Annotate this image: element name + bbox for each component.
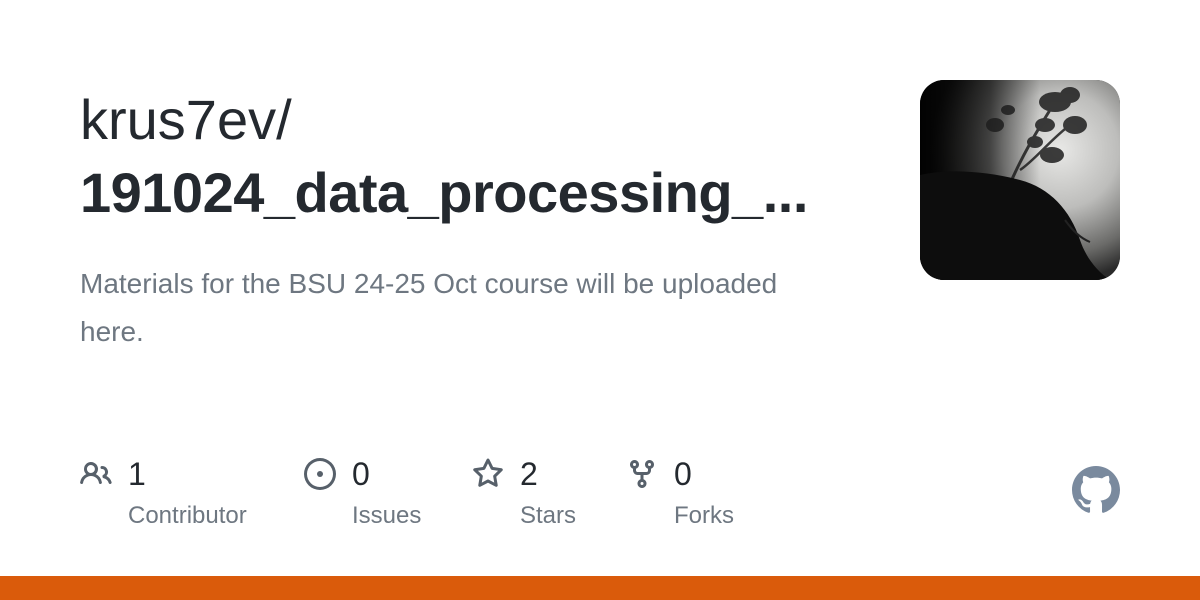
star-icon xyxy=(473,458,503,487)
forks-label: Forks xyxy=(674,502,734,529)
repo-forked-icon xyxy=(630,460,654,489)
owner-avatar[interactable] xyxy=(920,80,1120,280)
stars-label: Stars xyxy=(520,502,577,529)
issues-count: 0 xyxy=(352,456,370,492)
language-bar xyxy=(0,576,1200,600)
repo-social-card: krus7ev/ 191024_data_processing_... Mate… xyxy=(0,0,1200,600)
stars-count: 2 xyxy=(520,456,538,492)
issue-opened-icon xyxy=(304,458,336,490)
repo-owner[interactable]: krus7ev/ xyxy=(80,86,292,154)
issues-label: Issues xyxy=(352,502,422,529)
contributors-count: 1 xyxy=(128,456,146,492)
github-mark-icon[interactable] xyxy=(1072,466,1120,514)
people-icon xyxy=(80,461,112,485)
user-avatar-photo xyxy=(920,80,1120,280)
repo-name[interactable]: 191024_data_processing_... xyxy=(80,158,850,228)
repo-description: Materials for the BSU 24-25 Oct course w… xyxy=(80,268,778,347)
forks-count: 0 xyxy=(674,456,692,492)
contributors-label: Contributor xyxy=(128,502,247,529)
